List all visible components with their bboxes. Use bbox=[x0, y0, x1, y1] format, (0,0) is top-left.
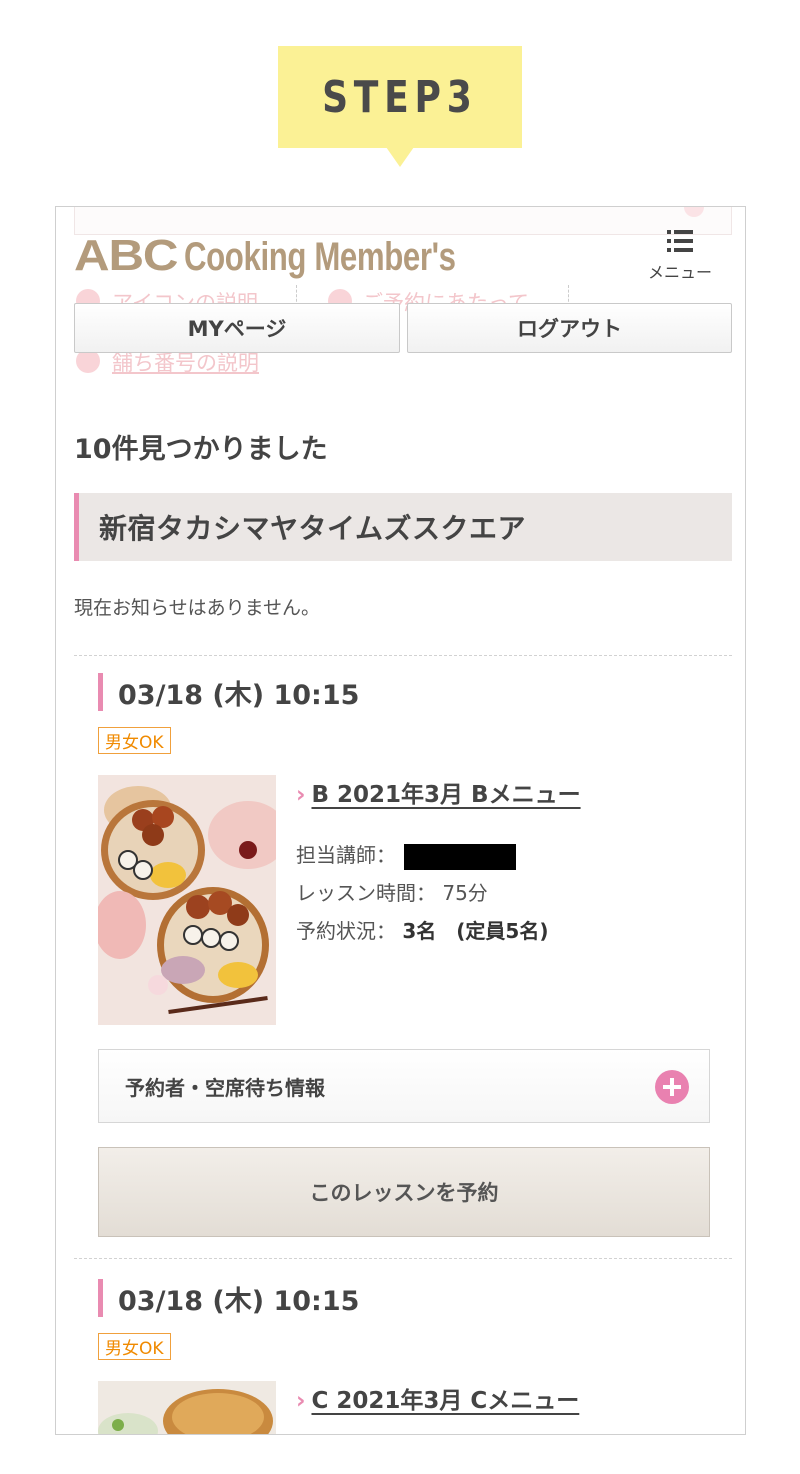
site-logo[interactable]: ABC Cooking Member's bbox=[74, 231, 533, 280]
menu-photo[interactable] bbox=[98, 1381, 276, 1434]
coed-ok-tag: 男女OK bbox=[98, 727, 171, 754]
logout-button[interactable]: ログアウト bbox=[407, 303, 732, 353]
duration-value: 75分 bbox=[442, 881, 488, 905]
chevron-right-icon: › bbox=[296, 1388, 306, 1414]
duration-row: レッスン時間： 75分 bbox=[296, 877, 488, 906]
status-label: 予約状況： bbox=[296, 919, 396, 943]
duration-label: レッスン時間： bbox=[296, 881, 436, 905]
status-value: 3名 (定員5名) bbox=[402, 919, 549, 943]
menu-link[interactable]: › B 2021年3月 Bメニュー bbox=[296, 775, 581, 809]
step-badge-pointer bbox=[386, 147, 414, 167]
bento-photo-icon bbox=[98, 775, 276, 1025]
menu-button[interactable]: メニュー bbox=[642, 225, 718, 282]
step-badge: STEP3 bbox=[278, 46, 522, 148]
menu-photo[interactable] bbox=[98, 775, 276, 1025]
app-screen: ABC Cooking Member's メニュー アイコンの説明 ご予約にあた… bbox=[55, 206, 746, 1435]
shop-name: 新宿タカシマヤタイムズスクエア bbox=[99, 512, 526, 545]
divider bbox=[74, 1258, 732, 1259]
waitlist-accordion[interactable]: 予約者・空席待ち情報 bbox=[98, 1049, 710, 1123]
reserve-label: このレッスンを予約 bbox=[309, 1181, 499, 1205]
logo-text: Cooking Member's bbox=[184, 235, 456, 279]
list-menu-icon bbox=[667, 230, 693, 252]
lesson-card: 03/18 (木) 10:15 男女OK › B 2021年3月 Bメニュー 担… bbox=[98, 673, 710, 1243]
plus-icon bbox=[655, 1070, 689, 1104]
menu-link-text: B 2021年3月 Bメニュー bbox=[311, 782, 581, 808]
menu-link-text: C 2021年3月 Cメニュー bbox=[311, 1388, 580, 1414]
divider bbox=[74, 655, 732, 656]
results-count: 10件見つかりました bbox=[74, 434, 328, 465]
menu-link[interactable]: › C 2021年3月 Cメニュー bbox=[296, 1381, 579, 1415]
instructor-label: 担当講師： bbox=[296, 843, 396, 867]
bread-photo-icon bbox=[98, 1381, 276, 1434]
waitlist-label: 予約者・空席待ち情報 bbox=[125, 1075, 325, 1100]
menu-label: メニュー bbox=[647, 263, 712, 282]
lesson-date: 03/18 (木) 10:15 bbox=[98, 1279, 359, 1317]
logo-abc: ABC bbox=[74, 231, 179, 280]
reserve-lesson-button[interactable]: このレッスンを予約 bbox=[98, 1147, 710, 1237]
shop-heading: 新宿タカシマヤタイムズスクエア bbox=[74, 493, 732, 561]
coed-ok-tag: 男女OK bbox=[98, 1333, 171, 1360]
step-label: STEP3 bbox=[322, 71, 478, 123]
shop-notice: 現在お知らせはありません。 bbox=[74, 597, 321, 619]
chevron-right-icon: › bbox=[296, 782, 306, 808]
instructor-row: 担当講師： bbox=[296, 839, 516, 870]
redacted-instructor-name bbox=[404, 843, 516, 870]
status-row: 予約状況： 3名 (定員5名) bbox=[296, 915, 548, 944]
lesson-card: 03/18 (木) 10:15 男女OK › C 2021年3月 Cメニュー bbox=[98, 1279, 710, 1434]
lesson-date: 03/18 (木) 10:15 bbox=[98, 673, 359, 711]
mypage-button[interactable]: MYページ bbox=[74, 303, 400, 353]
